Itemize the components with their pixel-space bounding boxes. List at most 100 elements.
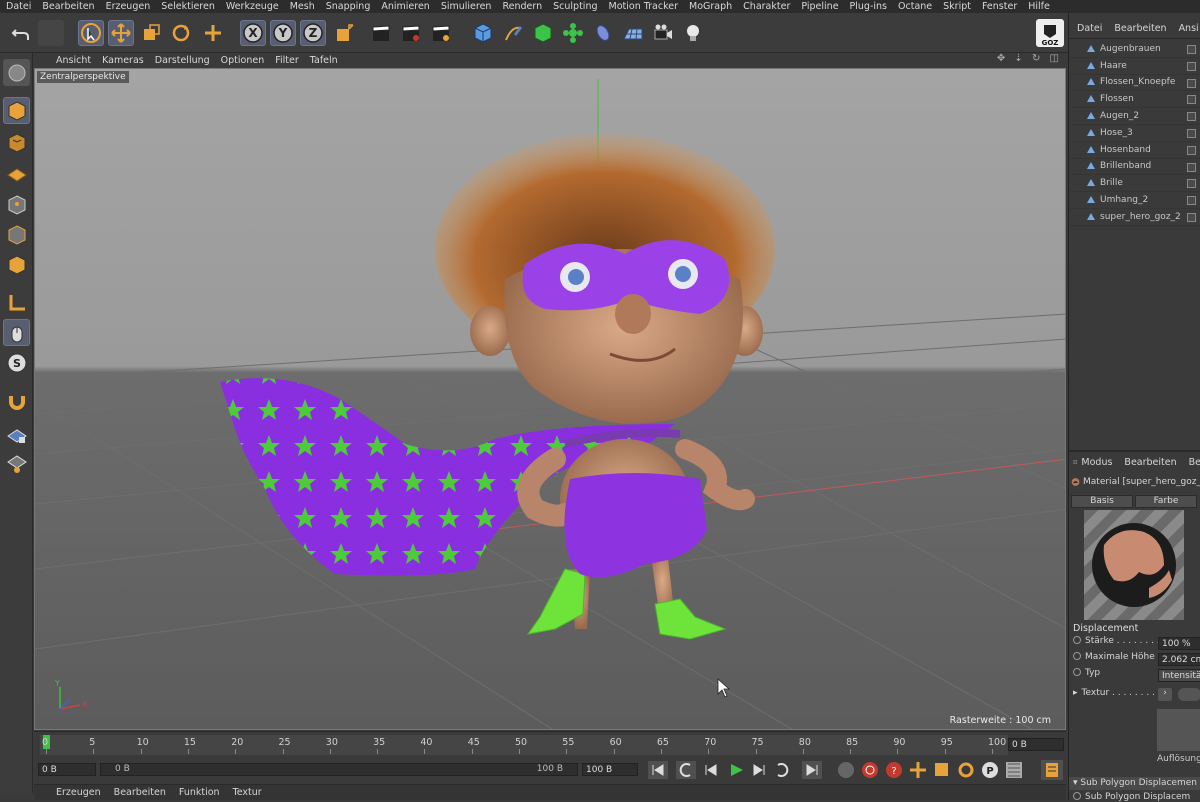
menu-bearbeiten[interactable]: Bearbeiten [42,1,94,12]
viewport-navigation-icons[interactable]: ✥ ⇣ ↻ ◫ [997,53,1062,64]
render-view-button[interactable] [368,20,394,46]
visibility-checkbox[interactable] [1187,61,1196,71]
next-key-button[interactable] [777,763,789,777]
texture-preview[interactable] [1157,709,1200,751]
menu-selektieren[interactable]: Selektieren [161,1,215,12]
viewport-menu-darstellung[interactable]: Darstellung [155,55,210,66]
menu-octane[interactable]: Octane [898,1,932,12]
scale-tool-button[interactable] [138,20,164,46]
menu-simulieren[interactable]: Simulieren [441,1,492,12]
menu-werkzeuge[interactable]: Werkzeuge [226,1,279,12]
workplane-mode-button[interactable] [3,159,30,186]
visibility-checkbox[interactable] [1187,128,1196,138]
animate-radio[interactable] [1073,652,1081,660]
menu-plugins[interactable]: Plug-ins [850,1,887,12]
timeline[interactable]: 0 5 10 15 20 25 30 35 40 45 50 55 60 65 70 75 80 85 90 95 10… [34,731,1066,759]
sub-polygon-section-header[interactable]: ▾ Sub Polygon Displacemen [1069,777,1200,790]
menu-mograph[interactable]: MoGraph [689,1,732,12]
animate-radio[interactable] [1073,792,1081,800]
menu-charakter[interactable]: Charakter [743,1,790,12]
camera-button[interactable] [650,20,676,46]
texture-mode-button[interactable] [3,129,30,156]
object-row-haare[interactable]: Haare [1069,58,1200,75]
previous-frame-button[interactable] [705,764,717,776]
object-menu-datei[interactable]: Datei [1077,23,1102,34]
field-textur[interactable]: ▸ Textur . . . . . . . . . › [1073,688,1200,703]
coordinate-system-button[interactable] [332,20,358,46]
key-rotation-button[interactable] [958,762,974,778]
cube-primitive-button[interactable] [470,20,496,46]
texture-slot[interactable] [1178,688,1200,701]
menu-hilfe[interactable]: Hilfe [1028,1,1050,12]
object-row-brillenband[interactable]: Brillenband [1069,159,1200,176]
add-object-button[interactable] [200,20,226,46]
viewport-3d[interactable]: Y X Zentralperspektive Rasterweite : 100… [34,68,1066,730]
material-menu-erzeugen[interactable]: Erzeugen [56,787,101,798]
typ-dropdown[interactable]: Intensität [1158,669,1200,682]
menu-sculpting[interactable]: Sculpting [553,1,597,12]
menu-snapping[interactable]: Snapping [326,1,371,12]
object-menu-bearbeiten[interactable]: Bearbeiten [1114,23,1166,34]
play-button[interactable] [731,764,743,776]
visibility-checkbox[interactable] [1187,112,1196,122]
grid-snap-button[interactable] [3,449,30,476]
object-row-super-hero-goz-2[interactable]: super_hero_goz_2 [1069,209,1200,226]
visibility-checkbox[interactable] [1187,95,1196,105]
points-mode-button[interactable] [3,191,30,218]
deformer-button[interactable] [590,20,616,46]
object-row-hose-3[interactable]: Hose_3 [1069,125,1200,142]
object-row-augenbrauen[interactable]: Augenbrauen [1069,41,1200,58]
viewport-menu-tafeln[interactable]: Tafeln [310,55,338,66]
move-tool-button[interactable] [108,20,134,46]
expand-arrow-icon[interactable]: ▸ [1073,688,1078,698]
tweak-mode-button[interactable] [3,319,30,346]
key-position-button[interactable] [910,762,926,778]
redo-button[interactable] [38,20,64,46]
make-editable-button[interactable] [3,59,30,86]
object-menu-ansicht[interactable]: Ansi [1179,23,1199,34]
visibility-checkbox[interactable] [1187,212,1196,222]
field-staerke[interactable]: Stärke . . . . . . . . 100 % [1073,636,1200,651]
staerke-input[interactable]: 100 % [1158,637,1200,650]
visibility-checkbox[interactable] [1187,162,1196,172]
menu-fenster[interactable]: Fenster [982,1,1017,12]
axis-x-toggle[interactable]: X [240,20,266,46]
menu-datei[interactable]: Datei [6,1,31,12]
polygons-mode-button[interactable] [3,251,30,278]
goz-button[interactable]: GOZ [1036,19,1064,47]
key-scale-button[interactable] [935,763,948,776]
lock-workplane-button[interactable] [3,421,30,448]
live-select-button[interactable] [78,20,104,46]
object-row-augen-2[interactable]: Augen_2 [1069,108,1200,125]
sub-polygon-row[interactable]: Sub Polygon Displacem [1073,792,1200,802]
animate-radio[interactable] [1073,636,1081,644]
animate-radio[interactable] [1073,668,1081,676]
key-parameter-button[interactable]: P [982,762,998,778]
render-settings-button[interactable] [428,20,454,46]
tab-farbe[interactable]: Farbe [1135,495,1197,508]
object-row-umhang-2[interactable]: Umhang_2 [1069,192,1200,209]
material-menu-funktion[interactable]: Funktion [179,787,220,798]
object-row-flossen[interactable]: Flossen [1069,91,1200,109]
viewport-menu-ansicht[interactable]: Ansicht [56,55,91,66]
object-row-hosenband[interactable]: Hosenband [1069,142,1200,159]
tab-basis[interactable]: Basis [1071,495,1133,508]
maximale-hoehe-input[interactable]: 2.062 cm [1158,653,1200,666]
current-frame-field[interactable]: 0 B [1008,738,1064,751]
start-frame-field[interactable]: 0 B [38,763,96,776]
spline-pen-button[interactable] [500,20,526,46]
visibility-checkbox[interactable] [1187,196,1196,206]
model-mode-button[interactable] [3,97,30,124]
menu-rendern[interactable]: Rendern [502,1,542,12]
viewport-menu-optionen[interactable]: Optionen [221,55,265,66]
viewport-menu-filter[interactable]: Filter [275,55,299,66]
subdivision-button[interactable] [530,20,556,46]
autokey-button[interactable] [862,762,878,778]
edges-mode-button[interactable] [3,221,30,248]
attribute-menu-bearbeiten[interactable]: Bearbeiten [1124,457,1176,468]
undo-button[interactable] [8,20,34,46]
menu-skript[interactable]: Skript [943,1,971,12]
menu-mesh[interactable]: Mesh [290,1,315,12]
menu-motion-tracker[interactable]: Motion Tracker [609,1,679,12]
snap-button[interactable]: S [3,349,30,376]
